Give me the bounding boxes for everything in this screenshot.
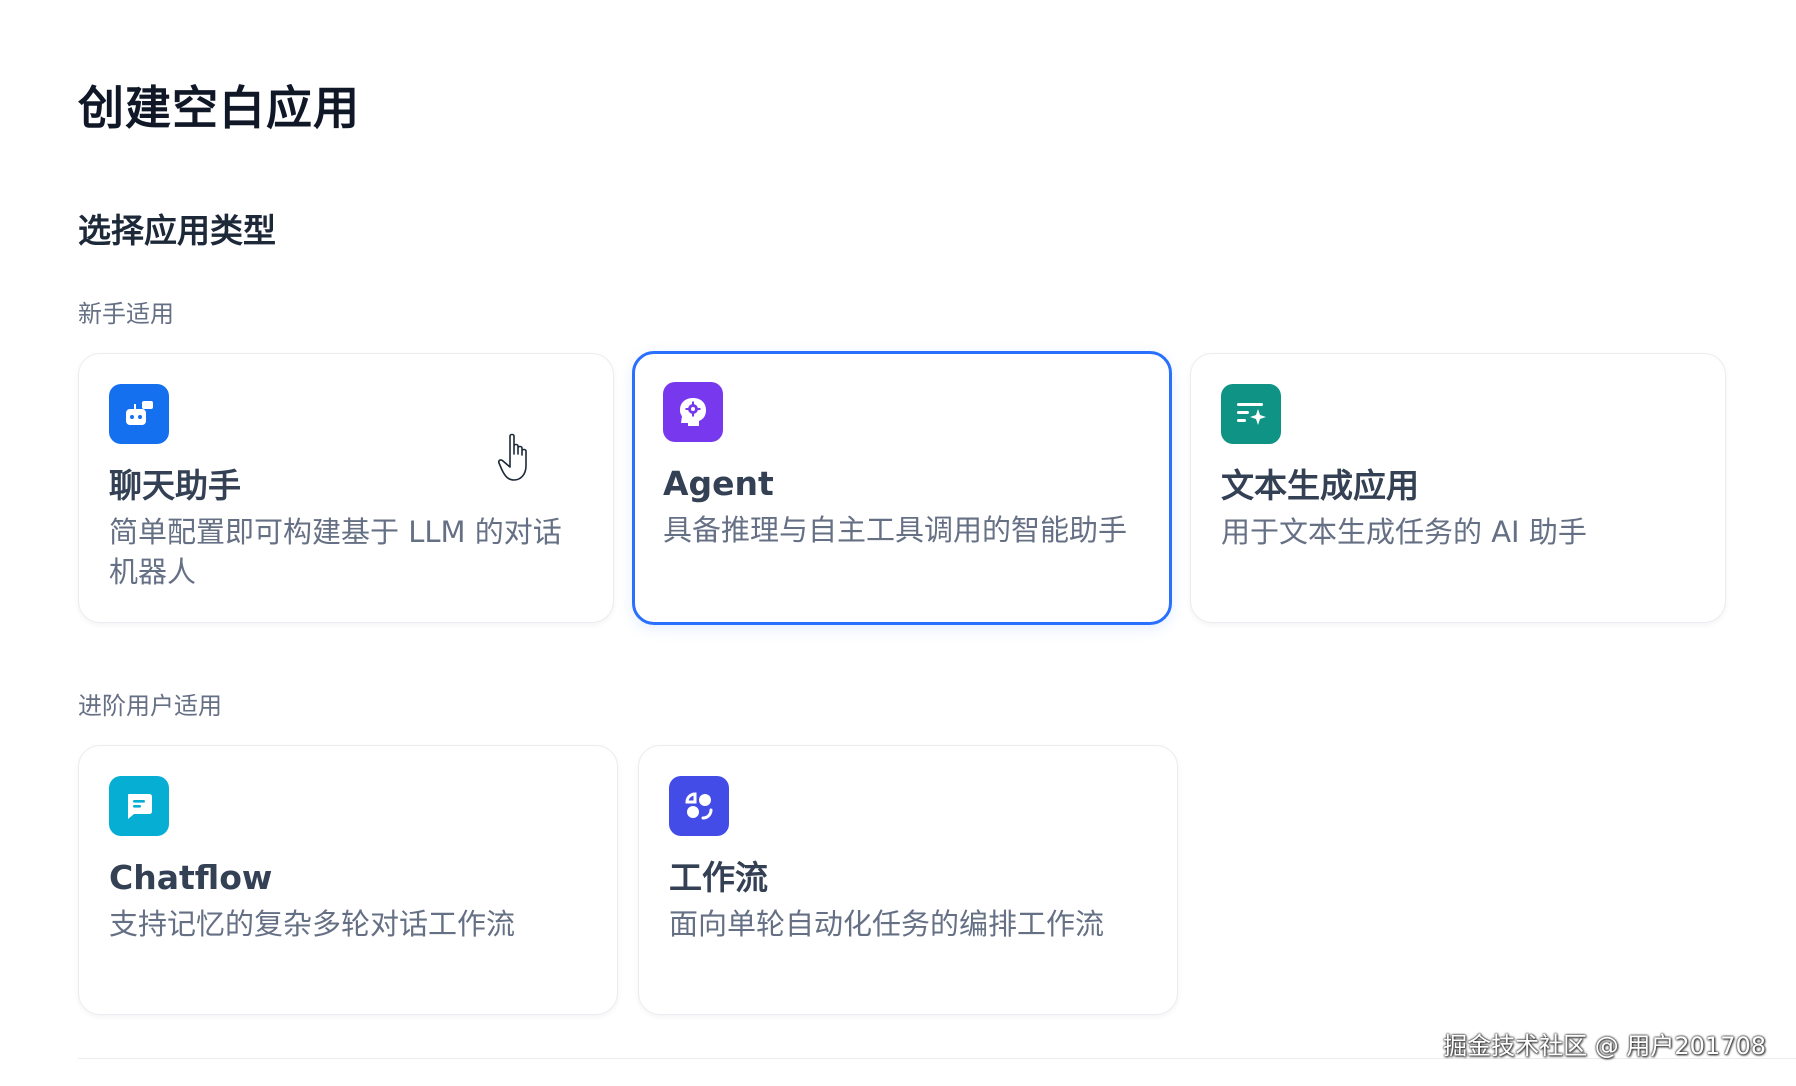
section-title: 选择应用类型	[78, 211, 276, 250]
app-type-card-text-generation[interactable]: 文本生成应用 用于文本生成任务的 AI 助手	[1190, 353, 1726, 623]
agent-head-gear-icon	[663, 382, 723, 442]
app-type-card-workflow[interactable]: 工作流 面向单轮自动化任务的编排工作流	[638, 745, 1178, 1015]
group-label-advanced: 进阶用户适用	[78, 692, 222, 720]
app-type-card-chatflow[interactable]: Chatflow 支持记忆的复杂多轮对话工作流	[78, 745, 618, 1015]
chatflow-bubble-icon	[109, 776, 169, 836]
card-title: 文本生成应用	[1221, 466, 1419, 505]
card-description: 简单配置即可构建基于 LLM 的对话机器人	[109, 515, 562, 589]
card-description: 用于文本生成任务的 AI 助手	[1221, 515, 1587, 549]
text-generation-icon	[1221, 384, 1281, 444]
create-blank-app-page: 创建空白应用 选择应用类型 新手适用 聊天助手 简单配置即可构建基于 LLM 的…	[0, 0, 1796, 1086]
page-title: 创建空白应用	[78, 81, 360, 135]
chatbot-icon	[109, 384, 169, 444]
card-title: Chatflow	[109, 858, 273, 897]
app-type-card-agent[interactable]: Agent 具备推理与自主工具调用的智能助手	[632, 351, 1172, 625]
card-title: Agent	[663, 464, 774, 503]
workflow-icon	[669, 776, 729, 836]
card-description: 面向单轮自动化任务的编排工作流	[669, 907, 1105, 941]
group-label-beginner: 新手适用	[78, 300, 174, 328]
app-type-card-chatbot[interactable]: 聊天助手 简单配置即可构建基于 LLM 的对话机器人	[78, 353, 614, 623]
card-title: 工作流	[669, 858, 768, 897]
hand-pointer-cursor-icon	[498, 433, 527, 481]
card-description: 支持记忆的复杂多轮对话工作流	[109, 907, 516, 941]
watermark: 掘金技术社区 @ 用户201708	[1443, 1032, 1766, 1060]
card-description: 具备推理与自主工具调用的智能助手	[663, 513, 1128, 547]
